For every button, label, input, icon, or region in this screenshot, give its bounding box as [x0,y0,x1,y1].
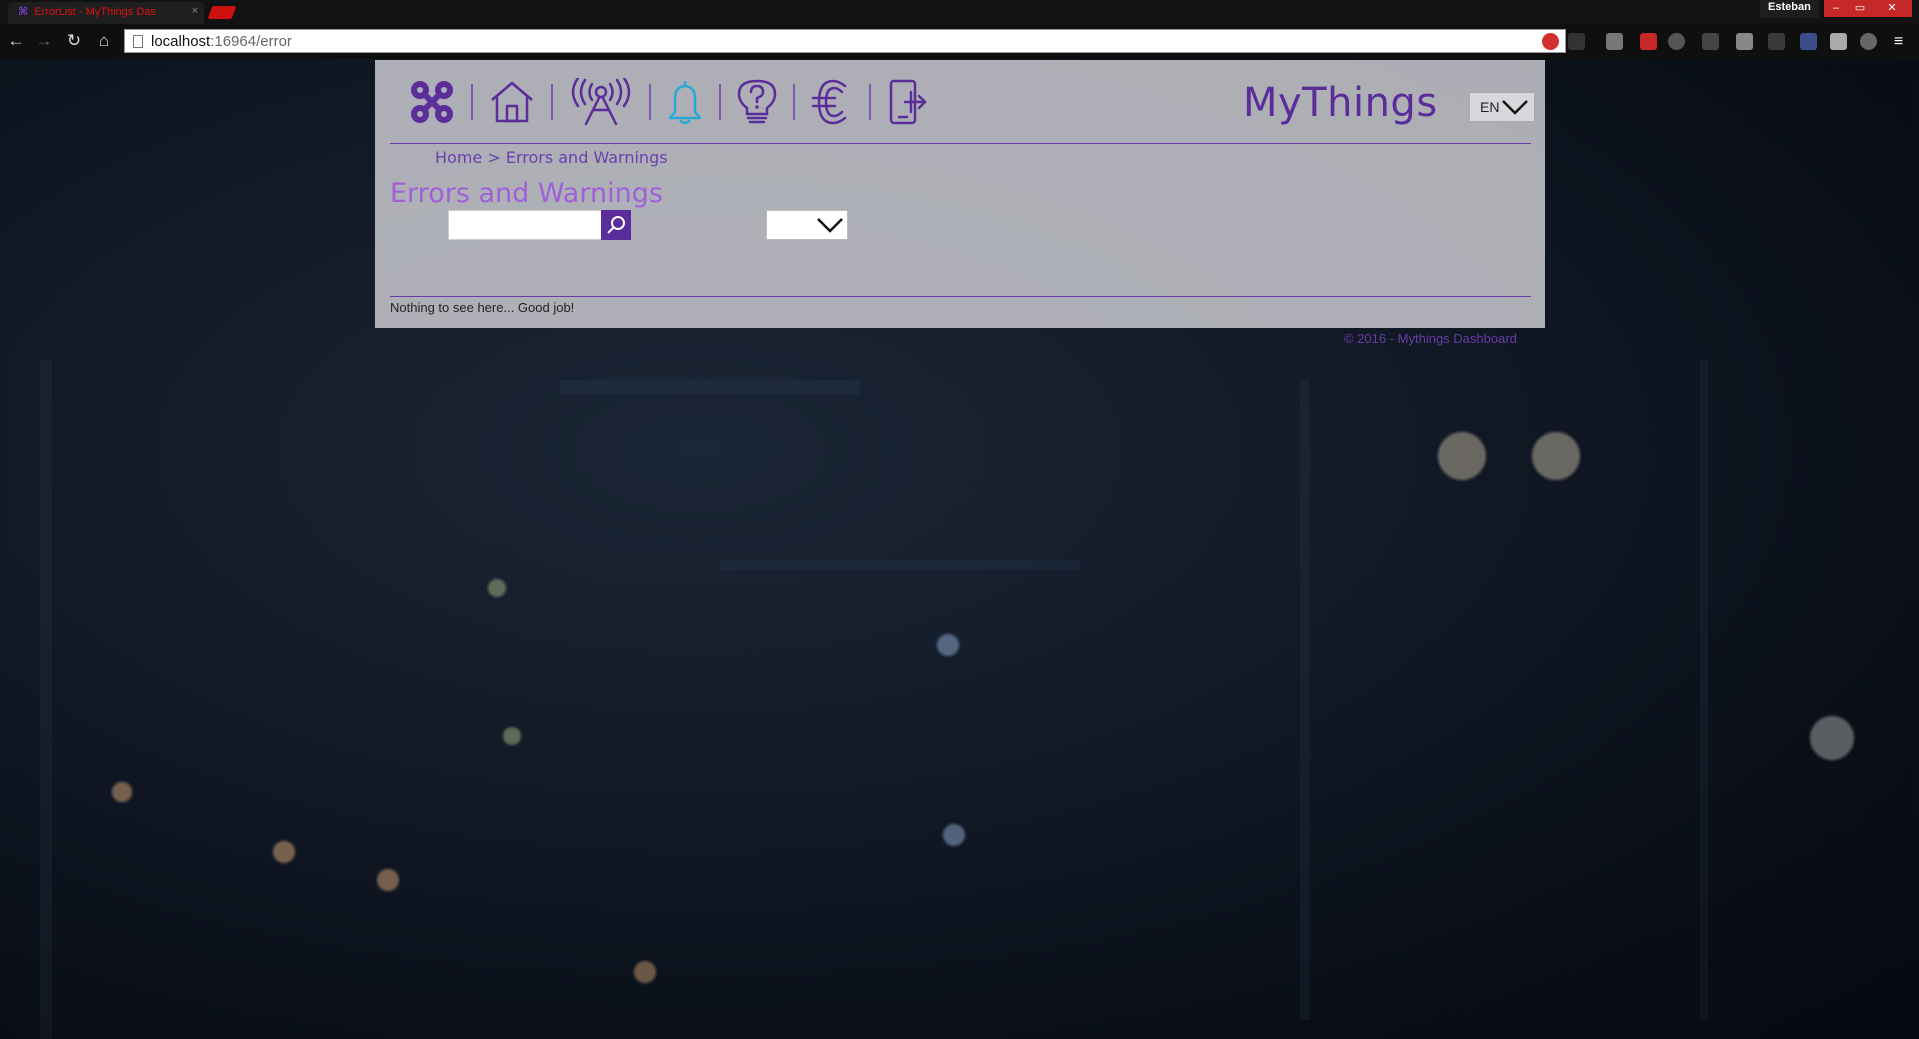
nav-separator [471,84,473,120]
browser-tab-bar: ⌘ ErrorList - MyThings Das × Esteban – ▭… [0,0,1919,24]
background-decoration [1700,360,1708,1020]
extension-jb-icon[interactable] [1606,33,1623,50]
filter-select[interactable] [766,210,848,240]
favicon-icon: ⌘ [18,6,29,18]
browser-menu-icon[interactable]: ≡ [1890,33,1907,50]
logo-icon[interactable] [405,76,459,128]
background-decoration [40,360,52,1039]
tab-close-icon[interactable]: × [192,5,198,17]
header-divider [390,143,1531,144]
extension-pdf-icon[interactable] [1640,33,1657,50]
browser-tab[interactable]: ⌘ ErrorList - MyThings Das × [8,2,204,24]
extension-doc-icon[interactable] [1830,33,1847,50]
chevron-down-icon [815,214,845,241]
euro-icon[interactable] [807,76,857,128]
extension-dropbox-icon[interactable] [1702,33,1719,50]
broadcast-icon[interactable] [565,76,637,128]
search-input[interactable] [448,210,603,240]
main-panel: MyThings EN Home > Errors and Warnings E… [375,60,1545,328]
forward-button[interactable]: → [34,31,54,51]
address-bar[interactable]: localhost:16964/error ☆ [124,29,1566,53]
extension-adblock-icon[interactable] [1542,33,1559,50]
search-icon [607,216,625,234]
breadcrumb[interactable]: Home > Errors and Warnings [435,148,668,167]
reload-button[interactable]: ↻ [64,31,84,51]
phone-logout-icon[interactable] [883,76,931,128]
content-divider [390,296,1531,297]
new-tab-button[interactable] [207,6,237,19]
bell-icon[interactable] [663,76,707,128]
language-select[interactable]: EN [1469,92,1535,122]
nav-separator [869,84,871,120]
extension-json-icon[interactable] [1768,33,1785,50]
lightbulb-help-icon[interactable] [733,76,781,128]
nav-separator [719,84,721,120]
home-icon[interactable] [485,76,539,128]
empty-state-message: Nothing to see here... Good job! [390,300,575,315]
footer-copyright: © 2016 - Mythings Dashboard [1344,331,1517,346]
minimize-button[interactable]: – [1824,0,1848,17]
nav-separator [649,84,651,120]
chevron-down-icon [1500,97,1530,120]
extension-bulb-icon[interactable] [1860,33,1877,50]
tab-title: ErrorList - MyThings Das [34,6,156,18]
browser-toolbar: ← → ↻ ⌂ localhost:16964/error ☆ ≡ [0,24,1919,59]
brand-title: MyThings [1243,80,1438,126]
profile-name[interactable]: Esteban [1760,0,1819,18]
nav-separator [551,84,553,120]
home-button[interactable]: ⌂ [94,31,114,51]
background-decoration [560,380,860,394]
background-decoration [1300,380,1310,1020]
top-navigation [405,74,931,130]
extension-search-icon[interactable] [1668,33,1685,50]
url-host: localhost [151,33,211,50]
background-decoration [720,560,1080,570]
maximize-button[interactable]: ▭ [1848,0,1872,17]
url-path: :16964/error [210,33,292,50]
back-button[interactable]: ← [6,31,26,51]
search-button[interactable] [601,210,631,240]
close-window-button[interactable]: ✕ [1872,0,1912,17]
page-icon [133,35,143,48]
page-title: Errors and Warnings [390,178,663,209]
language-value: EN [1480,99,1500,115]
extension-pen-icon[interactable] [1568,33,1585,50]
extension-note-icon[interactable] [1736,33,1753,50]
extension-sliders-icon[interactable] [1800,33,1817,50]
nav-separator [793,84,795,120]
